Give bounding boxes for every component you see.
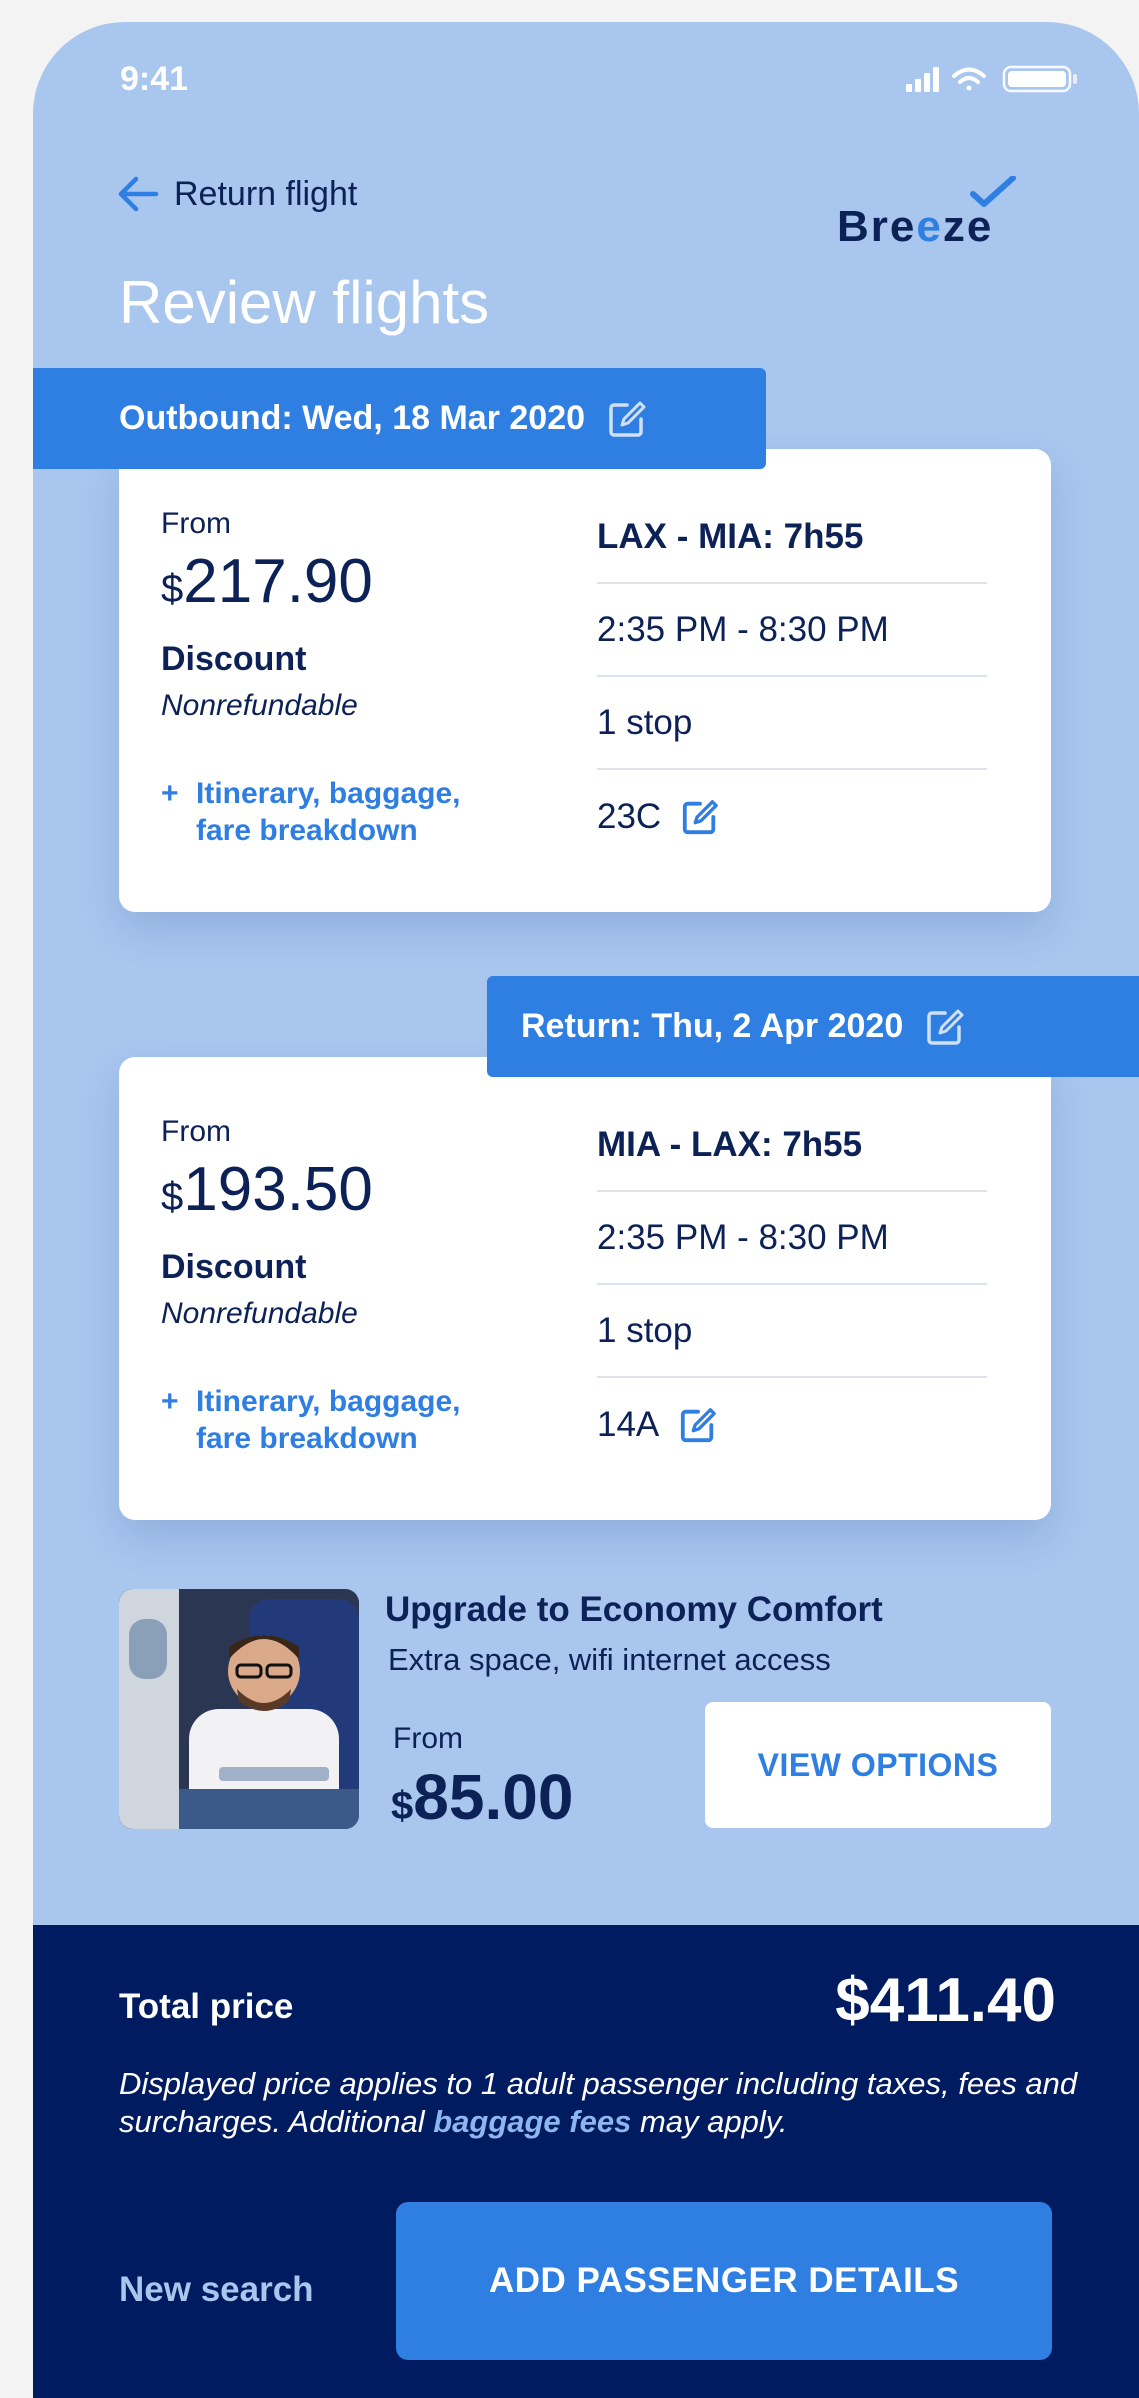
plus-icon: +: [161, 1385, 179, 1418]
details-line-2: fare breakdown: [196, 1422, 418, 1455]
total-price-label: Total price: [119, 1987, 294, 2026]
refund-policy: Nonrefundable: [161, 1297, 358, 1330]
price-value: 217.90: [183, 547, 373, 616]
departure-arrival-times: 2:35 PM - 8:30 PM: [597, 1192, 987, 1285]
back-label: Return flight: [174, 174, 358, 213]
svg-text:Breeze: Breeze: [837, 202, 993, 251]
flight-info: MIA - LAX: 7h55 2:35 PM - 8:30 PM 1 stop…: [597, 1099, 987, 1471]
seat-row: 23C: [597, 770, 987, 863]
return-date-label: Return: Thu, 2 Apr 2020: [521, 1007, 904, 1045]
back-button[interactable]: Return flight: [116, 174, 357, 214]
upgrade-subtitle: Extra space, wifi internet access: [388, 1642, 831, 1677]
passenger-photo: [119, 1589, 359, 1829]
fare-type: Discount: [161, 1248, 307, 1286]
status-time: 9:41: [120, 60, 189, 98]
outbound-flight-card: From $217.90 Discount Nonrefundable + It…: [119, 449, 1051, 912]
itinerary-details-link[interactable]: + Itinerary, baggage, fare breakdown: [161, 775, 531, 855]
view-options-button[interactable]: VIEW OPTIONS: [705, 1702, 1051, 1828]
status-icons: [906, 65, 1077, 93]
upgrade-title: Upgrade to Economy Comfort: [385, 1590, 883, 1629]
breeze-logo: Breeze: [837, 176, 1016, 251]
price-disclaimer: Displayed price applies to 1 adult passe…: [119, 2065, 1079, 2141]
checkout-footer: Total price $411.40 Displayed price appl…: [33, 1925, 1139, 2398]
flight-info: LAX - MIA: 7h55 2:35 PM - 8:30 PM 1 stop…: [597, 491, 987, 863]
currency-symbol: $: [161, 567, 184, 611]
stops-count: 1 stop: [597, 677, 987, 770]
stops-count: 1 stop: [597, 1285, 987, 1378]
fare-type: Discount: [161, 640, 307, 678]
upgrade-from-label: From: [393, 1722, 463, 1755]
wifi-icon: [952, 67, 986, 91]
total-price-value: $411.40: [835, 1966, 1056, 2035]
currency-symbol: $: [391, 1784, 414, 1828]
plus-icon: +: [161, 777, 179, 810]
battery-icon: [1002, 65, 1077, 93]
from-label: From: [161, 1115, 231, 1148]
return-date-tab[interactable]: Return: Thu, 2 Apr 2020: [487, 976, 1139, 1077]
route-duration: LAX - MIA: 7h55: [597, 491, 987, 584]
outbound-date-label: Outbound: Wed, 18 Mar 2020: [119, 399, 586, 437]
details-line-2: fare breakdown: [196, 814, 418, 847]
price-value: 193.50: [183, 1155, 373, 1224]
edit-date-icon[interactable]: [925, 1007, 965, 1047]
departure-arrival-times: 2:35 PM - 8:30 PM: [597, 584, 987, 677]
outbound-date-tab[interactable]: Outbound: Wed, 18 Mar 2020: [33, 368, 766, 469]
return-flight-card: From $193.50 Discount Nonrefundable + It…: [119, 1057, 1051, 1520]
seat-row: 14A: [597, 1378, 987, 1471]
baggage-fees-link[interactable]: baggage fees: [433, 2104, 631, 2139]
route-duration: MIA - LAX: 7h55: [597, 1099, 987, 1192]
disclaimer-text-end: may apply.: [631, 2104, 788, 2139]
price-value: 85.00: [413, 1761, 574, 1833]
edit-date-icon[interactable]: [607, 399, 647, 439]
return-price: $193.50: [161, 1154, 373, 1225]
phone-screen: 9:41 Return flight Breeze Review flights: [33, 22, 1139, 2398]
refund-policy: Nonrefundable: [161, 689, 358, 722]
add-passenger-details-button[interactable]: ADD PASSENGER DETAILS: [396, 2202, 1052, 2360]
new-search-link[interactable]: New search: [119, 2270, 314, 2310]
page-title: Review flights: [119, 269, 490, 336]
details-line-1: Itinerary, baggage,: [196, 1385, 461, 1418]
edit-seat-icon[interactable]: [679, 1406, 717, 1444]
seat-number: 23C: [597, 796, 662, 836]
itinerary-details-link[interactable]: + Itinerary, baggage, fare breakdown: [161, 1383, 531, 1463]
arrow-left-icon: [118, 176, 159, 212]
seat-number: 14A: [597, 1404, 660, 1444]
from-label: From: [161, 507, 231, 540]
signal-icon: [906, 67, 939, 92]
upgrade-price: $85.00: [391, 1760, 573, 1834]
details-line-1: Itinerary, baggage,: [196, 777, 461, 810]
edit-seat-icon[interactable]: [681, 798, 719, 836]
outbound-price: $217.90: [161, 546, 373, 617]
currency-symbol: $: [161, 1175, 184, 1219]
